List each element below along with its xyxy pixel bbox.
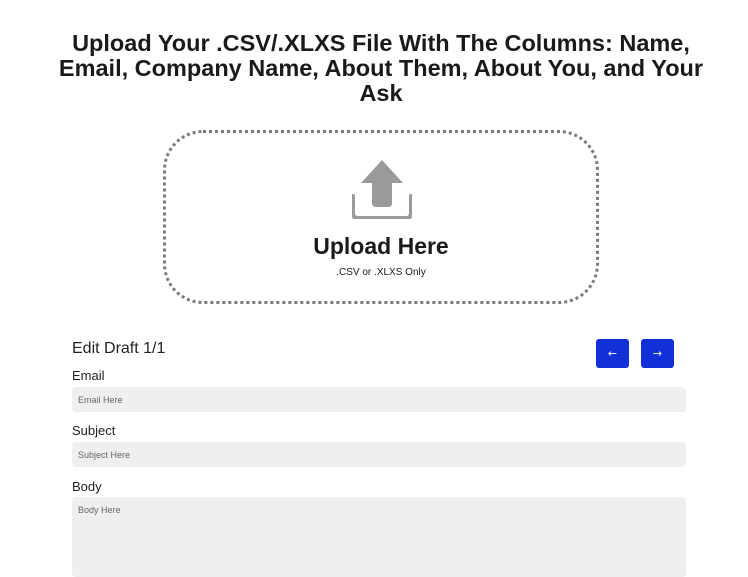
subject-label: Subject (72, 423, 116, 438)
page-title: Upload Your .CSV/.XLXS File With The Col… (58, 30, 704, 106)
previous-draft-button[interactable]: ← (596, 339, 629, 368)
draft-heading: Edit Draft 1/1 (72, 340, 166, 357)
next-draft-button[interactable]: → (641, 339, 674, 368)
upload-title: Upload Here (313, 233, 449, 259)
email-label: Email (72, 368, 105, 383)
upload-icon (352, 160, 412, 219)
upload-subtitle: .CSV or .XLXS Only (336, 267, 426, 278)
subject-input[interactable] (72, 442, 686, 467)
body-label: Body (72, 479, 102, 494)
body-textarea[interactable] (72, 497, 686, 577)
upload-dropzone[interactable]: Upload Here .CSV or .XLXS Only (163, 130, 599, 304)
email-input[interactable] (72, 387, 686, 412)
